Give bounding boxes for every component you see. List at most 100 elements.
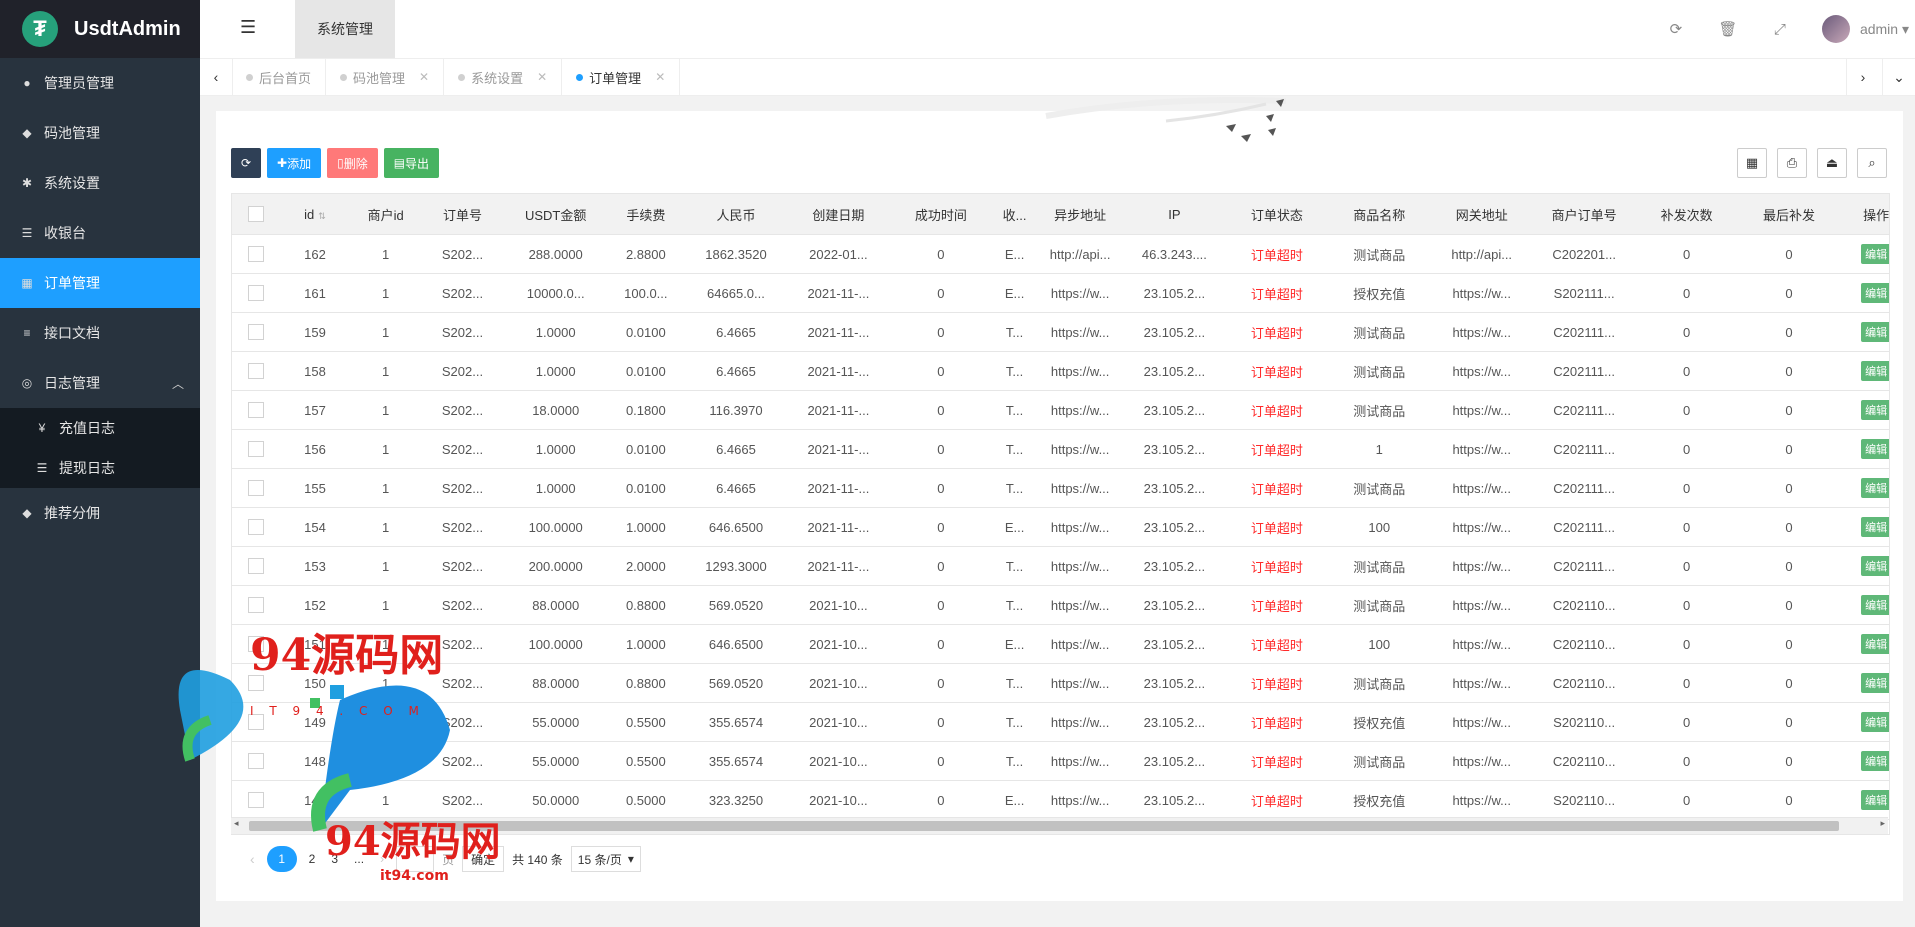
refresh-icon[interactable]: ⟳ bbox=[1650, 20, 1702, 38]
sidebar-item-5[interactable]: ≡ 接口文档 bbox=[0, 308, 200, 358]
edit-button[interactable]: 编辑 bbox=[1861, 673, 1889, 693]
column-header: 补发次数 bbox=[1635, 194, 1738, 235]
sidebar-item-3[interactable]: ☰ 收银台 bbox=[0, 208, 200, 258]
refresh-button[interactable]: ⟳ bbox=[231, 148, 261, 178]
tether-logo-icon: ₮ bbox=[22, 11, 58, 47]
export-table-icon[interactable]: ⏏ bbox=[1817, 148, 1847, 178]
sidebar-subitem-0[interactable]: ¥ 充值日志 bbox=[0, 408, 200, 448]
edit-button[interactable]: 编辑 bbox=[1861, 244, 1889, 264]
column-header-label: 成功时间 bbox=[914, 207, 967, 223]
edit-button[interactable]: 编辑 bbox=[1861, 595, 1889, 615]
table-cell: 订单超时 bbox=[1225, 585, 1329, 625]
table-cell: 0 bbox=[1635, 741, 1738, 781]
table-cell: E... bbox=[992, 234, 1038, 274]
tab-0[interactable]: 后台首页 bbox=[232, 59, 327, 95]
row-checkbox[interactable] bbox=[247, 363, 264, 380]
row-checkbox[interactable] bbox=[247, 246, 264, 263]
row-checkbox[interactable] bbox=[247, 324, 264, 341]
export-button[interactable]: ▤ 导出 bbox=[383, 148, 440, 178]
sidebar-item-0[interactable]: ● 管理员管理 bbox=[0, 58, 200, 108]
sidebar-item-1[interactable]: ◆ 码池管理 bbox=[0, 108, 200, 158]
logo[interactable]: ₮ UsdtAdmin bbox=[0, 0, 200, 58]
table-cell: 1 bbox=[350, 429, 421, 469]
edit-button[interactable]: 编辑 bbox=[1861, 400, 1889, 420]
edit-button[interactable]: 编辑 bbox=[1861, 790, 1889, 810]
sidebar-item-label: 推荐分佣 bbox=[44, 505, 100, 521]
row-checkbox[interactable] bbox=[247, 285, 264, 302]
table-cell: 10000.0... bbox=[504, 273, 607, 313]
edit-button[interactable]: 编辑 bbox=[1861, 283, 1889, 303]
tab-3[interactable]: 订单管理 ✕ bbox=[562, 59, 681, 95]
column-header-label: 收... bbox=[1002, 207, 1027, 223]
tab-1[interactable]: 码池管理 ✕ bbox=[326, 59, 445, 95]
table-cell: https://w... bbox=[1430, 312, 1533, 352]
table-cell: 100 bbox=[1328, 624, 1431, 664]
column-header[interactable]: id ⇅ bbox=[279, 194, 351, 235]
table-cell: 1 bbox=[350, 507, 421, 547]
tab-2[interactable]: 系统设置 ✕ bbox=[444, 59, 563, 95]
column-header: USDT金额 bbox=[504, 194, 607, 235]
close-icon[interactable]: ✕ bbox=[419, 70, 429, 84]
edit-button[interactable]: 编辑 bbox=[1861, 712, 1889, 732]
columns-filter-icon[interactable]: ▦ bbox=[1737, 148, 1767, 178]
edit-button[interactable]: 编辑 bbox=[1861, 556, 1889, 576]
table-cell: 2021-10... bbox=[787, 585, 890, 625]
table-cell: 2021-10... bbox=[787, 663, 890, 703]
row-checkbox[interactable] bbox=[247, 441, 264, 458]
menu-toggle-icon[interactable]: ☰ bbox=[240, 17, 256, 38]
search-icon[interactable]: ⌕ bbox=[1857, 148, 1887, 178]
table-cell: C202111... bbox=[1532, 468, 1636, 508]
edit-button[interactable]: 编辑 bbox=[1861, 634, 1889, 654]
tabs-scroll-right-icon[interactable]: › bbox=[1846, 59, 1879, 95]
table-cell: 0 bbox=[1737, 741, 1841, 781]
delete-button[interactable]: ▯ 删除 bbox=[327, 148, 378, 178]
select-all-checkbox[interactable] bbox=[247, 206, 264, 223]
clear-cache-icon[interactable]: 🗑 bbox=[1702, 20, 1754, 38]
sidebar-subnav: ¥ 充值日志 ☰ 提现日志 bbox=[0, 408, 200, 488]
chevron-down-icon: ▾ bbox=[627, 852, 634, 866]
edit-button[interactable]: 编辑 bbox=[1861, 478, 1889, 498]
sidebar-item-label: 日志管理 bbox=[44, 375, 100, 391]
fullscreen-icon[interactable]: ⤢ bbox=[1754, 21, 1806, 38]
close-icon[interactable]: ✕ bbox=[537, 70, 547, 84]
table-cell: 0 bbox=[889, 390, 993, 430]
page-size-select[interactable]: 15 条/页 ▾ bbox=[570, 846, 641, 872]
row-checkbox[interactable] bbox=[247, 558, 264, 575]
table-cell: https://w... bbox=[1037, 312, 1124, 352]
sidebar-item-6[interactable]: ◎ 日志管理 ︿ bbox=[0, 358, 200, 408]
add-button[interactable]: ✚ 添加 bbox=[267, 148, 322, 178]
table-cell: https://w... bbox=[1430, 585, 1533, 625]
table-row: 156 1 S202... 1.0000 0.0100 6.4665 2021-11-...… bbox=[232, 429, 1889, 469]
tabs-menu-chevron-down-icon[interactable]: ⌄ bbox=[1882, 59, 1915, 95]
column-header: 创建日期 bbox=[787, 194, 890, 235]
edit-button[interactable]: 编辑 bbox=[1861, 322, 1889, 342]
scroll-right-icon[interactable]: ▸ bbox=[1880, 818, 1885, 829]
column-header-label: 商品名称 bbox=[1353, 207, 1406, 223]
edit-button[interactable]: 编辑 bbox=[1861, 361, 1889, 381]
sidebar-item-2[interactable]: ✱ 系统设置 bbox=[0, 158, 200, 208]
table-cell: 23.105.2... bbox=[1123, 663, 1226, 703]
user-menu[interactable]: admin ▾ bbox=[1860, 21, 1909, 38]
actions-cell: 编辑 bbox=[1840, 741, 1889, 781]
table-cell: 157 bbox=[279, 390, 351, 430]
row-checkbox[interactable] bbox=[247, 480, 264, 497]
row-checkbox[interactable] bbox=[247, 402, 264, 419]
log-icon: ◎ bbox=[21, 376, 33, 390]
sidebar-item-4[interactable]: ▦ 订单管理 bbox=[0, 258, 200, 308]
tabs-scroll-left-icon[interactable]: ‹ bbox=[200, 59, 233, 95]
edit-button[interactable]: 编辑 bbox=[1861, 751, 1889, 771]
print-icon[interactable]: ⎙ bbox=[1777, 148, 1807, 178]
table-cell: S202111... bbox=[1532, 273, 1636, 313]
edit-button[interactable]: 编辑 bbox=[1861, 439, 1889, 459]
sort-icon[interactable]: ⇅ bbox=[318, 211, 326, 221]
column-header-label: 创建日期 bbox=[812, 207, 865, 223]
sidebar-item-7[interactable]: ◆ 推荐分佣 bbox=[0, 488, 200, 538]
header-section-tab[interactable]: 系统管理 bbox=[295, 0, 395, 58]
edit-button[interactable]: 编辑 bbox=[1861, 517, 1889, 537]
row-checkbox[interactable] bbox=[247, 519, 264, 536]
watermark-arc-text: I T 9 4 . C O M bbox=[250, 704, 425, 718]
avatar[interactable] bbox=[1821, 15, 1850, 43]
table-cell: 订单超时 bbox=[1225, 273, 1329, 313]
sidebar-subitem-1[interactable]: ☰ 提现日志 bbox=[0, 448, 200, 488]
close-icon[interactable]: ✕ bbox=[655, 70, 665, 84]
